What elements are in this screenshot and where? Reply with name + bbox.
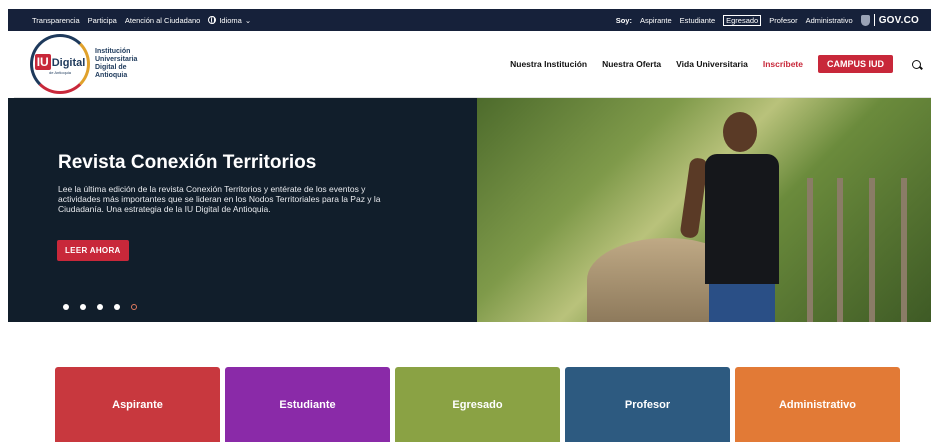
campus-button[interactable]: CAMPUS IUD [817, 55, 893, 73]
institution-name: Institución Universitaria Digital de Ant… [95, 48, 155, 80]
institution-name-line: Digital de [95, 64, 127, 71]
carousel-dot[interactable] [80, 304, 86, 310]
institution-name-line: Antioquia [95, 72, 128, 79]
role-administrativo[interactable]: Administrativo [806, 16, 853, 25]
link-participa[interactable]: Participa [88, 16, 117, 25]
card-administrativo[interactable]: Administrativo [735, 367, 900, 442]
institution-logo[interactable]: IU Digital de Antioquia Institución Univ… [30, 34, 155, 94]
photo-shirt [705, 154, 779, 284]
role-profesor[interactable]: Profesor [769, 16, 797, 25]
role-egresado[interactable]: Egresado [723, 14, 762, 26]
card-aspirante[interactable]: Aspirante [55, 367, 220, 442]
card-estudiante[interactable]: Estudiante [225, 367, 390, 442]
main-nav: Nuestra Institución Nuestra Oferta Vida … [510, 55, 921, 73]
photo-fence-post [807, 178, 813, 322]
read-now-button[interactable]: LEER AHORA [57, 240, 129, 261]
globe-icon [208, 16, 217, 24]
top-bar: Transparencia Participa Atención al Ciud… [8, 9, 931, 31]
top-bar-right: Soy: Aspirante Estudiante Egresado Profe… [616, 14, 919, 26]
hero-photo [477, 98, 931, 322]
hero-panel: Revista Conexión Territorios Lee la últi… [8, 98, 477, 322]
govco-separator [873, 14, 875, 26]
carousel-dots [63, 304, 137, 310]
nav-nuestra-oferta[interactable]: Nuestra Oferta [602, 59, 661, 69]
role-estudiante[interactable]: Estudiante [680, 16, 715, 25]
govco-label: GOV.CO [878, 14, 919, 26]
photo-fence-post [837, 178, 843, 322]
card-egresado[interactable]: Egresado [395, 367, 560, 442]
link-atencion-ciudadano[interactable]: Atención al Ciudadano [125, 16, 200, 25]
institution-name-line: Universitaria [95, 56, 138, 63]
institution-name-line: Institución [95, 48, 131, 55]
carousel-dot-active[interactable] [131, 304, 137, 310]
soy-label: Soy: [615, 15, 632, 25]
photo-jeans [709, 284, 775, 322]
logo-iu: IU [34, 53, 51, 70]
search-icon[interactable] [912, 59, 921, 69]
language-selector[interactable]: Idioma ⌄ [208, 16, 251, 25]
hero-title: Revista Conexión Territorios [58, 152, 317, 173]
logo-sub: de Antioquia [48, 69, 72, 75]
carousel-dot[interactable] [63, 304, 69, 310]
site-header: IU Digital de Antioquia Institución Univ… [14, 31, 931, 98]
profile-cards: Aspirante Estudiante Egresado Profesor A… [55, 367, 900, 442]
logo-emblem: IU Digital de Antioquia [30, 34, 90, 94]
top-bar-left: Transparencia Participa Atención al Ciud… [32, 16, 251, 25]
photo-fence-post [901, 178, 907, 322]
nav-nuestra-institucion[interactable]: Nuestra Institución [510, 59, 587, 69]
colombia-shield-icon [860, 14, 870, 26]
language-label: Idioma [219, 15, 242, 25]
nav-vida-universitaria[interactable]: Vida Universitaria [676, 59, 748, 69]
logo-digital: Digital [51, 56, 86, 69]
role-aspirante[interactable]: Aspirante [640, 16, 672, 25]
govco-link[interactable]: GOV.CO [860, 14, 919, 26]
card-profesor[interactable]: Profesor [565, 367, 730, 442]
carousel-dot[interactable] [114, 304, 120, 310]
link-transparencia[interactable]: Transparencia [32, 16, 80, 25]
carousel-dot[interactable] [97, 304, 103, 310]
chevron-down-icon: ⌄ [244, 15, 252, 25]
hero-description: Lee la última edición de la revista Cone… [58, 184, 381, 214]
photo-fence-post [869, 178, 875, 322]
photo-student [679, 108, 797, 322]
logo-wordmark: IU Digital [34, 53, 86, 70]
photo-head [723, 112, 757, 152]
nav-inscribete[interactable]: Inscríbete [763, 59, 803, 69]
